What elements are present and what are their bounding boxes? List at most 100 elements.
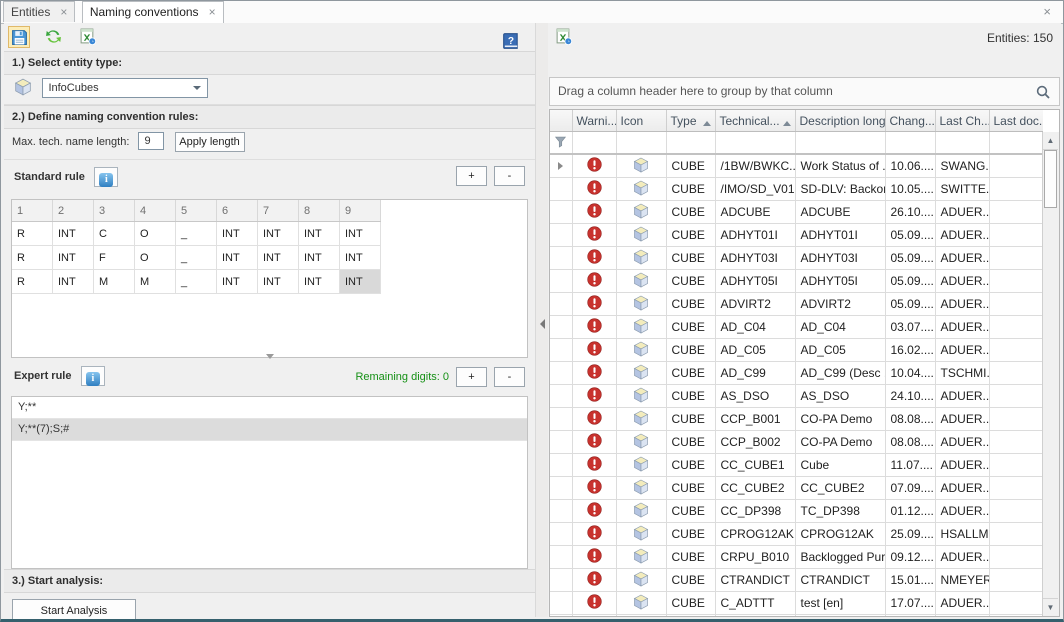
- grid-column-header[interactable]: Description long...: [795, 110, 885, 132]
- rule-cell[interactable]: INT: [53, 222, 94, 246]
- grid-excel-export-button[interactable]: [552, 26, 574, 48]
- grid-column-header[interactable]: Technical...: [715, 110, 795, 132]
- table-row[interactable]: CUBEADCUBEADCUBE26.10....ADUER...: [550, 201, 1043, 224]
- rule-cell[interactable]: M: [94, 270, 135, 294]
- rule-cell[interactable]: _: [176, 270, 217, 294]
- rule-cell[interactable]: M: [135, 270, 176, 294]
- table-row[interactable]: CUBEADHYT01IADHYT01I05.09....ADUER...: [550, 224, 1043, 247]
- rule-cell[interactable]: INT: [299, 222, 340, 246]
- table-row[interactable]: CUBEAS_DSOAS_DSO24.10....ADUER...: [550, 385, 1043, 408]
- filter-row[interactable]: [550, 132, 1043, 155]
- rule-cell[interactable]: _: [176, 246, 217, 270]
- filter-cell[interactable]: [795, 132, 885, 155]
- help-button[interactable]: ?: [501, 30, 521, 50]
- save-button[interactable]: [8, 26, 30, 48]
- grid-column-header[interactable]: Last Ch...: [935, 110, 989, 132]
- expert-rule-row[interactable]: Y;**(7);S;#: [12, 419, 527, 441]
- search-icon[interactable]: [1035, 84, 1051, 100]
- table-row[interactable]: CUBECCP_B002CO-PA Demo08.08....ADUER...: [550, 431, 1043, 454]
- rule-cell[interactable]: INT: [340, 246, 381, 270]
- grid-column-header[interactable]: Type: [666, 110, 715, 132]
- filter-cell[interactable]: [616, 132, 666, 155]
- standard-rule-remove-button[interactable]: -: [494, 166, 525, 186]
- rule-cell[interactable]: O: [135, 246, 176, 270]
- expert-rule-add-button[interactable]: +: [456, 367, 487, 387]
- filter-cell[interactable]: [935, 132, 989, 155]
- filter-cell[interactable]: [715, 132, 795, 155]
- standard-rule-info-button[interactable]: i: [94, 167, 118, 187]
- tab-naming-conventions[interactable]: Naming conventions×: [82, 1, 224, 23]
- table-row[interactable]: CUBE/IMO/SD_V01SD-DLV: Backor...10.05...…: [550, 178, 1043, 201]
- rule-cell[interactable]: R: [12, 222, 53, 246]
- rule-row[interactable]: RINTMM_INTINTINTINT: [12, 270, 381, 294]
- table-row[interactable]: CUBECC_CUBE1Cube11.07....ADUER...: [550, 454, 1043, 477]
- table-row[interactable]: CUBECTRANDICTCTRANDICT15.01....NMEYER: [550, 569, 1043, 592]
- rule-cell[interactable]: INT: [258, 270, 299, 294]
- standard-rule-add-button[interactable]: +: [456, 166, 487, 186]
- scrollbar-down-button[interactable]: ▼: [1043, 598, 1058, 616]
- scrollbar-up-button[interactable]: ▲: [1043, 132, 1058, 150]
- rule-cell[interactable]: R: [12, 270, 53, 294]
- grid-column-header[interactable]: Warni...: [572, 110, 616, 132]
- tab-close-icon[interactable]: ×: [60, 5, 67, 19]
- table-row[interactable]: CUBEAD_C99AD_C99 (Desc ...10.04....TSCHM…: [550, 362, 1043, 385]
- rule-cell[interactable]: INT: [299, 270, 340, 294]
- rule-cell[interactable]: INT: [217, 270, 258, 294]
- table-row[interactable]: CUBEADHYT03IADHYT03I05.09....ADUER...: [550, 247, 1043, 270]
- rule-cell[interactable]: INT: [258, 222, 299, 246]
- scrollbar-thumb[interactable]: [1044, 150, 1057, 208]
- grid-column-header[interactable]: Last doc.: [989, 110, 1043, 132]
- table-row[interactable]: CUBECCP_B001CO-PA Demo08.08....ADUER...: [550, 408, 1043, 431]
- table-row[interactable]: CUBEAD_C04AD_C0403.07....ADUER...: [550, 316, 1043, 339]
- rule-cell[interactable]: INT: [299, 246, 340, 270]
- entity-type-dropdown[interactable]: InfoCubes: [42, 78, 208, 98]
- filter-cell[interactable]: [989, 132, 1043, 155]
- apply-length-button[interactable]: Apply length: [175, 132, 245, 152]
- filter-cell[interactable]: [885, 132, 935, 155]
- table-row[interactable]: CUBECRPU_B010Backlogged Pur...09.12....A…: [550, 546, 1043, 569]
- rule-cell[interactable]: INT: [340, 222, 381, 246]
- tab-entities[interactable]: Entities×: [3, 1, 75, 22]
- group-by-bar[interactable]: Drag a column header here to group by th…: [549, 77, 1060, 106]
- rule-cell[interactable]: _: [176, 222, 217, 246]
- refresh-button[interactable]: [42, 26, 64, 48]
- table-row[interactable]: CUBEC_BER01C_BER0125.09....HSALLM...: [550, 615, 1043, 617]
- table-row[interactable]: CUBEADHYT05IADHYT05I05.09....ADUER...: [550, 270, 1043, 293]
- grid-column-header[interactable]: Icon: [616, 110, 666, 132]
- rule-cell[interactable]: INT: [217, 246, 258, 270]
- filter-cell[interactable]: [572, 132, 616, 155]
- filter-icon-cell[interactable]: [550, 132, 572, 155]
- vertical-scrollbar[interactable]: ▲ ▼: [1042, 132, 1059, 616]
- max-length-input[interactable]: 9: [138, 132, 164, 150]
- rule-row[interactable]: RINTCO_INTINTINTINT: [12, 222, 381, 246]
- expert-rule-remove-button[interactable]: -: [494, 367, 525, 387]
- rule-cell[interactable]: C: [94, 222, 135, 246]
- filter-funnel-icon[interactable]: [554, 135, 567, 148]
- rule-row[interactable]: RINTFO_INTINTINTINT: [12, 246, 381, 270]
- grid-column-header[interactable]: [550, 110, 572, 132]
- window-close-icon[interactable]: ×: [1043, 4, 1051, 19]
- expert-rule-row[interactable]: Y;**: [12, 397, 527, 419]
- rule-cell[interactable]: INT: [340, 270, 381, 294]
- rule-cell[interactable]: INT: [217, 222, 258, 246]
- start-analysis-button[interactable]: Start Analysis: [12, 599, 136, 622]
- horizontal-splitter[interactable]: [4, 353, 535, 361]
- table-row[interactable]: CUBECC_CUBE2CC_CUBE207.09....ADUER...: [550, 477, 1043, 500]
- rule-cell[interactable]: INT: [53, 270, 94, 294]
- rule-cell[interactable]: INT: [258, 246, 299, 270]
- table-row[interactable]: CUBECPROG12AKCPROG12AK25.09....HSALLM...: [550, 523, 1043, 546]
- collapse-left-icon[interactable]: [540, 319, 545, 329]
- excel-export-button[interactable]: [77, 26, 99, 48]
- expert-rule-info-button[interactable]: i: [81, 366, 105, 386]
- rule-cell[interactable]: INT: [53, 246, 94, 270]
- table-row[interactable]: CUBECC_DP398TC_DP39801.12....ADUER...: [550, 500, 1043, 523]
- filter-cell[interactable]: [666, 132, 715, 155]
- table-row[interactable]: CUBE/1BW/BWKC...Work Status of ...10.06.…: [550, 154, 1043, 178]
- table-row[interactable]: CUBEAD_C05AD_C0516.02....ADUER...: [550, 339, 1043, 362]
- tab-close-icon[interactable]: ×: [209, 5, 216, 19]
- grid-column-header[interactable]: Chang...: [885, 110, 935, 132]
- rule-cell[interactable]: R: [12, 246, 53, 270]
- rule-cell[interactable]: O: [135, 222, 176, 246]
- rule-cell[interactable]: F: [94, 246, 135, 270]
- table-row[interactable]: CUBEADVIRT2ADVIRT205.09....ADUER...: [550, 293, 1043, 316]
